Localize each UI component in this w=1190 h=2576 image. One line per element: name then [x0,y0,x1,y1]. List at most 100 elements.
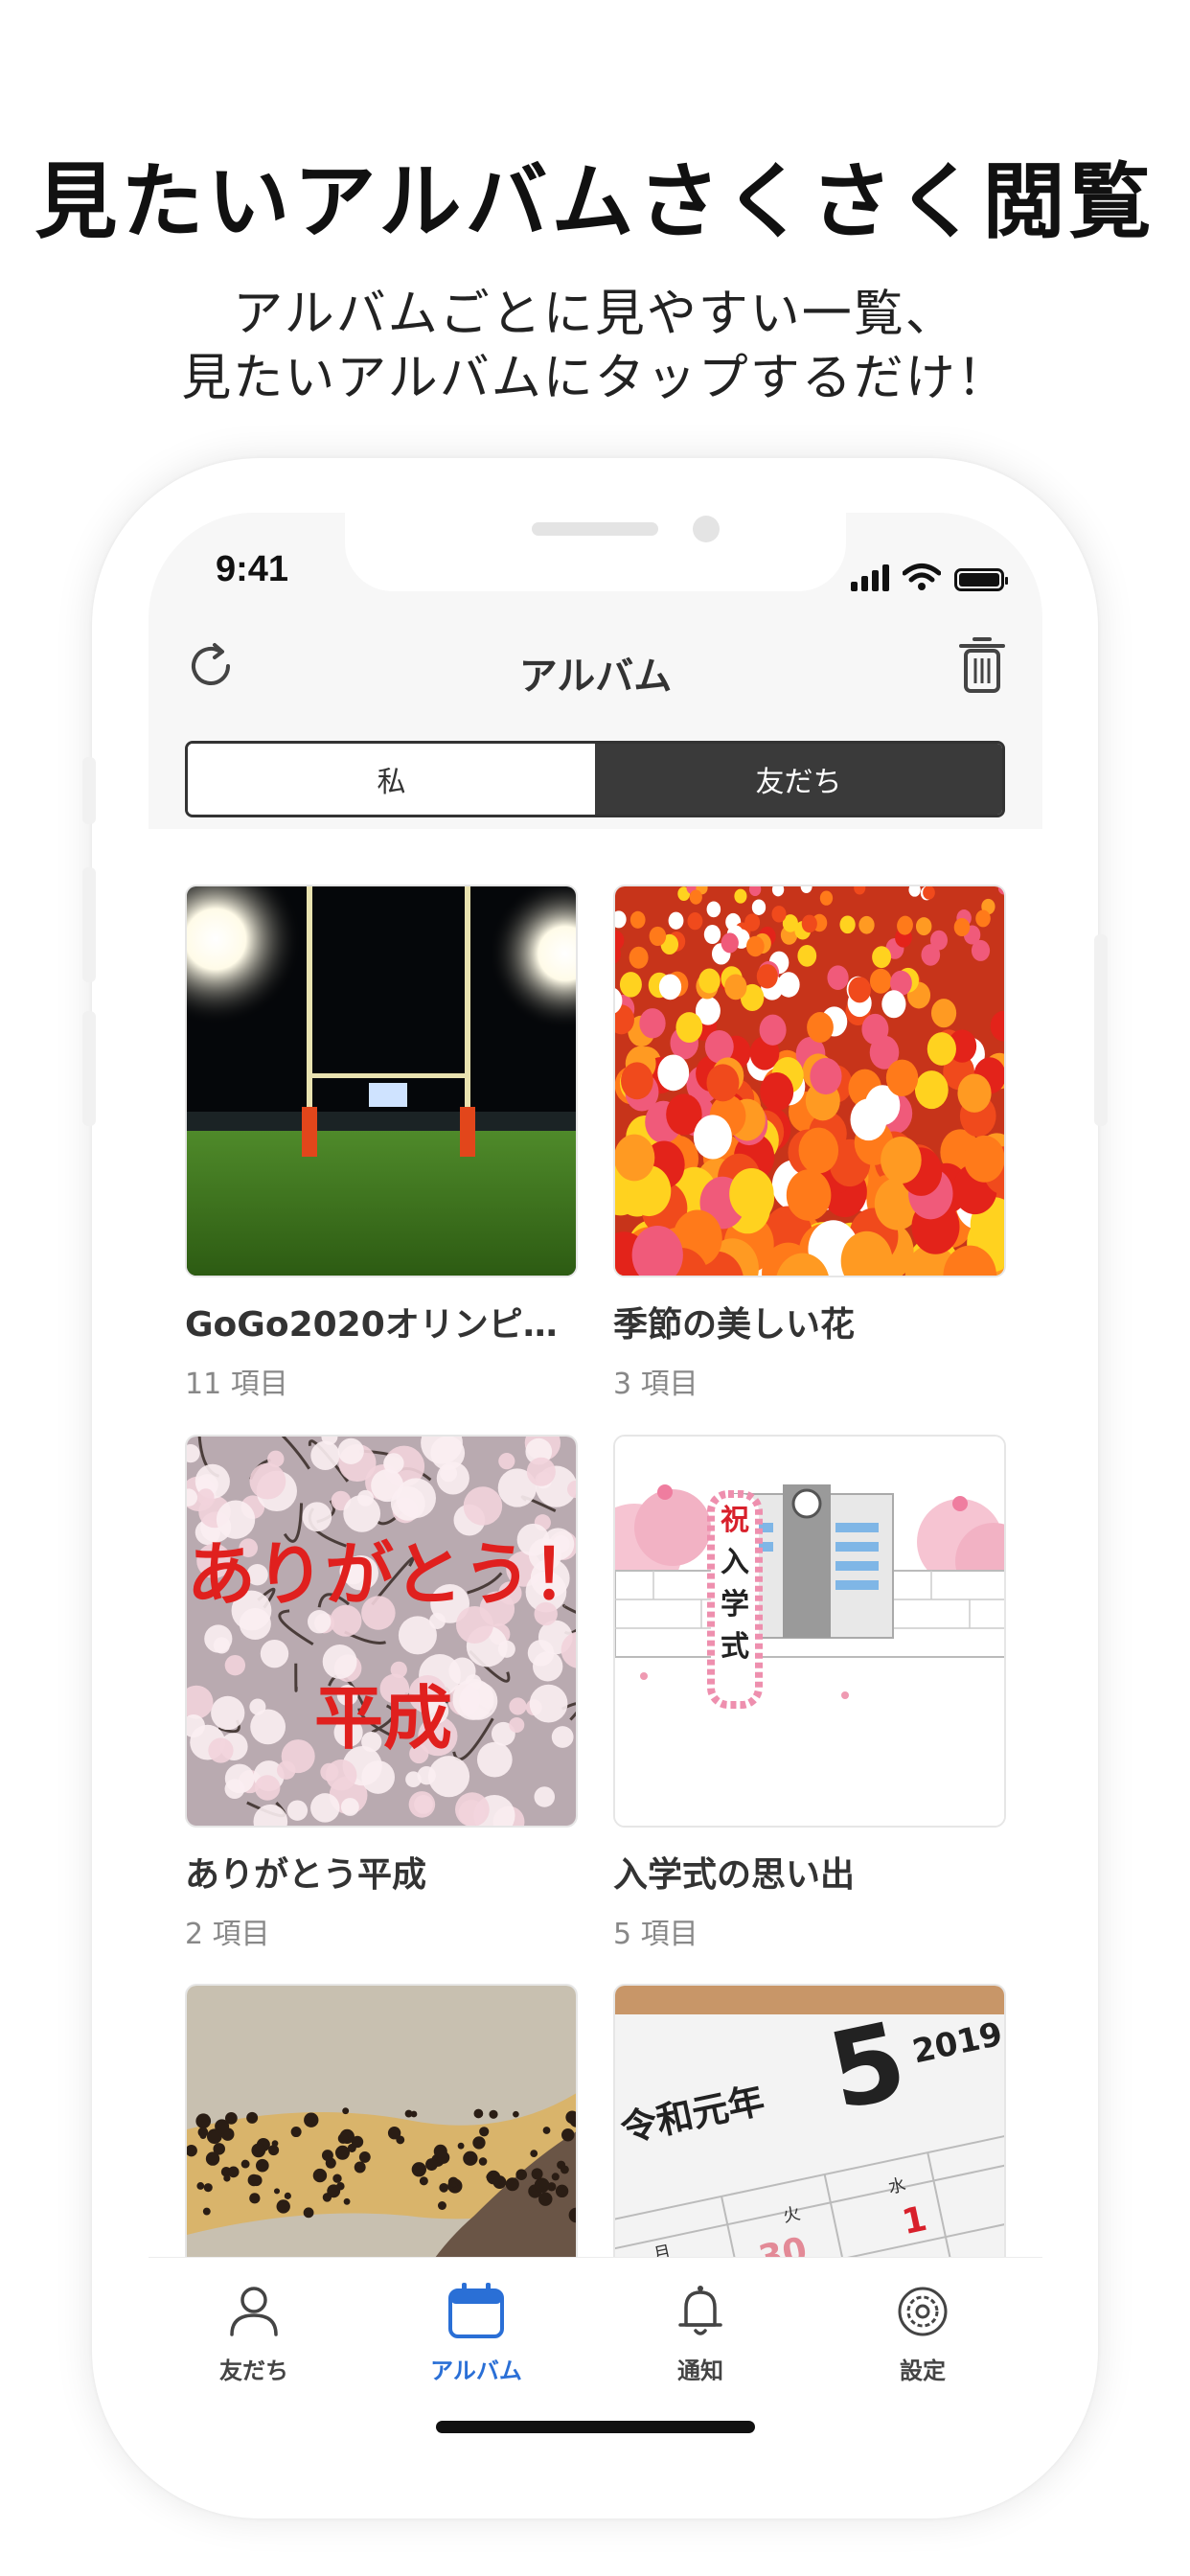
phone-power-button [1094,934,1108,1126]
leopard-spot [404,2109,413,2118]
tulip-blossom [759,1014,787,1046]
leopard-spot [336,2181,345,2191]
album-card[interactable]: 祝 入 学 式 入学式の思い出 5 項目 [613,1435,1006,1952]
tulip-blossom [721,932,739,954]
tulip-blossom [848,977,871,1003]
leopard-spot [560,2165,569,2174]
album-title: 季節の美しい花 [613,1305,856,1345]
tulip-blossom [724,974,747,1000]
tulip-blossom [801,914,817,933]
leopard-spot [530,2150,538,2158]
leopard-spot [538,2192,553,2206]
leopard-spot [223,2174,231,2182]
tulip-blossom [819,890,834,906]
album-thumbnail[interactable] [613,885,1006,1277]
album-card[interactable]: ありがとう！ 平成 ありがとう平成 2 項目 [185,1435,578,1952]
tulip-blossom [786,1169,832,1221]
sakura-blossom [534,1786,556,1807]
leopard-spot [251,2143,266,2158]
leopard-spot [542,2127,551,2134]
leopard-spot [492,2175,507,2190]
leopard-spot [411,2162,426,2177]
leopard-spot [249,2193,261,2204]
leopard-spot [419,2176,428,2186]
leopard-spot [515,2169,528,2181]
tulip-blossom [797,944,817,967]
bell-icon [678,2286,722,2335]
album-thumbnail[interactable] [185,885,578,1277]
leopard-spot [246,2111,259,2124]
leopard-spot [224,2111,238,2125]
album-card[interactable]: 令和元年 5 2019 月 火 水 1 30 29 7 8 [613,1984,1006,2266]
tulip-blossom [639,1008,666,1039]
wifi-icon [903,564,941,590]
tulip-blossom [885,1059,919,1097]
image-caption: 平成 [313,1678,452,1759]
sakura-blossom [213,1637,230,1654]
tulip-blossom [975,909,991,928]
album-title: GoGo2020オリンピ… [185,1305,558,1345]
tulip-blossom [675,1012,703,1044]
front-camera [693,516,720,542]
tulip-blossom [881,1136,922,1184]
phone-screen: 9:41 アルバム 私 友だち GoGo2020オリンピ… 11 項目 季節の美… [149,513,1042,2458]
tab-label: 設定 [900,2358,946,2384]
segment-friends[interactable]: 友だち [595,744,1002,815]
album-card[interactable]: GoGo2020オリンピ… 11 項目 [185,885,578,1402]
album-thumbnail[interactable] [185,1984,578,2266]
speaker [532,522,658,536]
tulip-blossom [858,915,875,934]
promo-headline: 見たいアルバムさくさく閲覧 [34,154,1156,250]
tab-friends[interactable]: 友だち [177,2277,331,2385]
album-thumbnail[interactable]: 令和元年 5 2019 月 火 水 1 30 29 7 8 [613,1984,1006,2266]
sakura-blossom [224,1763,255,1794]
tab-albums[interactable]: アルバム [400,2277,553,2385]
tulip-blossom [953,917,971,937]
phone-volume-down [82,1011,96,1126]
tulip-blossom [929,930,948,951]
leopard-spot [425,2158,438,2171]
leopard-spot [343,2197,351,2205]
album-owner-segmented-control: 私 友だち [185,741,1005,817]
calendar-icon [448,2283,504,2338]
album-thumbnail[interactable]: ありがとう！ 平成 [185,1435,578,1828]
leopard-spot [351,2135,364,2149]
sakura-blossom [249,1462,286,1500]
tulip-blossom [881,990,906,1019]
sakura-blossom [383,1453,404,1474]
sakura-blossom [371,1469,404,1503]
sakura-blossom [276,1760,296,1780]
tulip-blossom [839,915,856,934]
person-icon [230,2287,278,2336]
tulip-blossom [619,972,642,998]
tab-bar: 友だち アルバム 通知 設定 [149,2257,1042,2458]
leopard-spot [447,2176,459,2188]
leopard-spot [322,2193,332,2202]
tulip-blossom [658,974,682,1000]
cellular-signal-icon [851,563,889,591]
sakura-blossom [361,1760,396,1794]
tab-notifications[interactable]: 通知 [624,2277,777,2385]
leopard-spot [203,2183,213,2193]
tulip-blossom [668,911,684,930]
leopard-spot [227,2166,240,2178]
tulip-blossom [629,910,646,929]
cherry-blossom-image [187,1437,576,1826]
album-card[interactable]: 季節の美しい花 3 項目 [613,885,1006,1402]
leopard-spot [473,2108,484,2119]
status-time: 9:41 [216,549,289,589]
leopard-spot [268,2145,280,2156]
trash-icon[interactable] [955,633,1009,697]
rugby-field-image [187,886,576,1276]
album-card[interactable] [185,1984,578,2266]
tab-settings[interactable]: 設定 [846,2277,999,2385]
segment-mine[interactable]: 私 [188,744,595,815]
tulip-blossom [621,1062,653,1100]
leopard-spot [271,2140,279,2147]
sakura-blossom [325,1759,357,1791]
tulip-blossom [706,1064,740,1102]
leopard-spot [531,2168,543,2180]
leopard-spot [358,2150,371,2163]
album-thumbnail[interactable]: 祝 入 学 式 [613,1435,1006,1828]
leopard-spot [354,2161,366,2174]
